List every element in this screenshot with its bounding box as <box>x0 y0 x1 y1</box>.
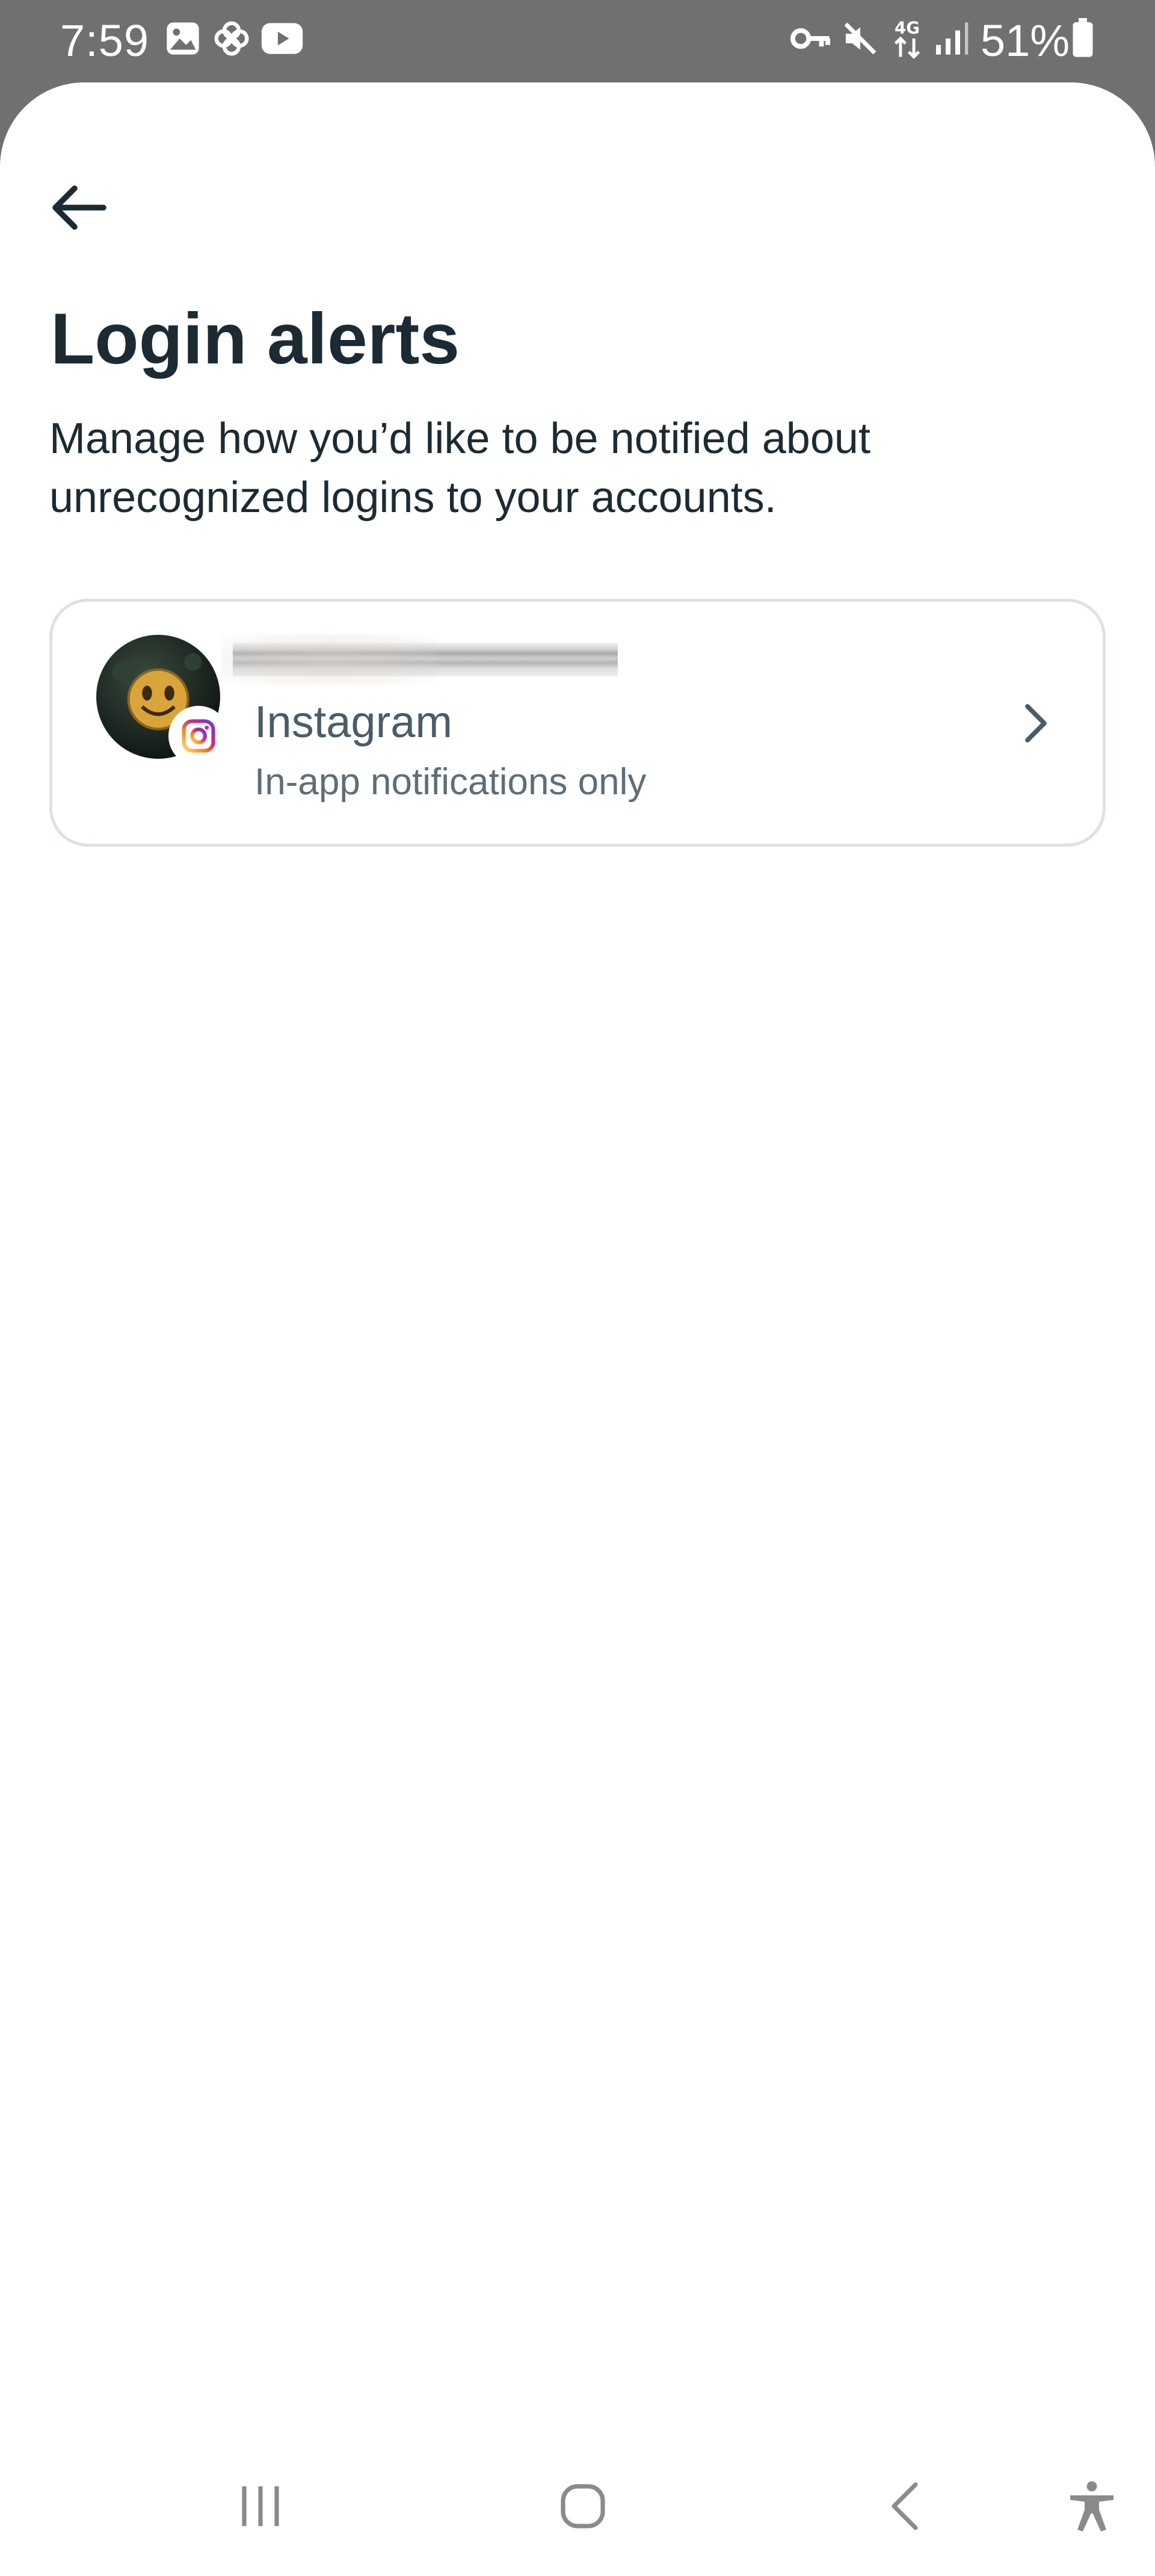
mute-icon <box>841 19 879 61</box>
page-description: Manage how you’d like to be notified abo… <box>49 415 870 522</box>
chevron-right-icon <box>1015 699 1057 747</box>
page-title: Login alerts <box>51 298 460 379</box>
network-4g-icon: 4G <box>890 17 924 63</box>
account-card-instagram[interactable]: Instagram In-app notifications only <box>49 599 1106 847</box>
account-app-name: Instagram <box>254 697 453 747</box>
status-bar: 7:59 4G 51% <box>0 0 1155 82</box>
vpn-key-icon <box>788 19 833 61</box>
redacted-account-name <box>221 634 618 685</box>
gallery-icon <box>164 19 202 61</box>
instagram-badge <box>168 706 229 766</box>
home-icon[interactable] <box>556 2479 610 2536</box>
recent-apps-icon[interactable] <box>233 2479 288 2536</box>
battery-percentage: 51% <box>981 16 1070 66</box>
arrow-left-icon <box>52 185 106 230</box>
navigation-bar <box>0 2455 1155 2575</box>
battery-icon <box>1071 18 1095 61</box>
youtube-icon <box>260 19 304 61</box>
account-notification-setting: In-app notifications only <box>254 761 647 803</box>
pinwheel-icon <box>211 19 253 61</box>
back-button[interactable] <box>43 175 116 241</box>
status-time: 7:59 <box>60 16 150 66</box>
accessibility-icon[interactable] <box>1065 2479 1119 2536</box>
back-icon[interactable] <box>879 2479 934 2536</box>
signal-icon <box>931 19 970 61</box>
svg-text:4G: 4G <box>895 18 920 38</box>
instagram-icon <box>182 719 215 753</box>
